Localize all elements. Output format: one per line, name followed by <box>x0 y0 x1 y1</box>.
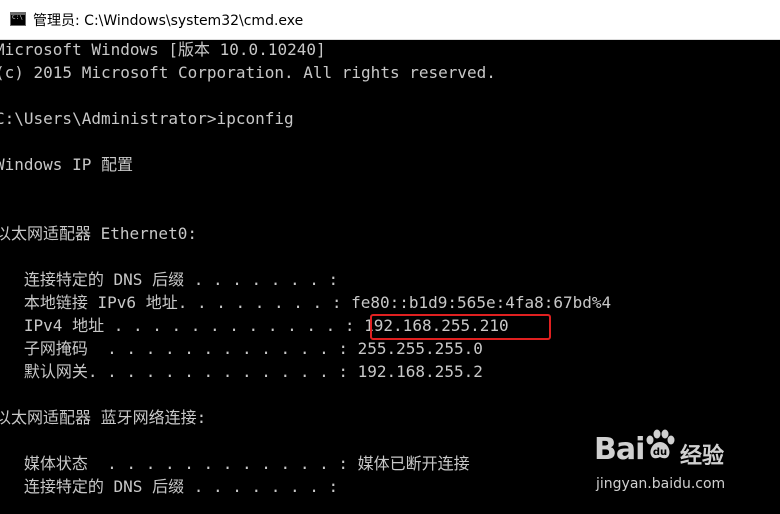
cmd-icon-text: C:\ <box>12 14 23 21</box>
console-line: 连接特定的 DNS 后缀 . . . . . . . : <box>0 477 339 496</box>
svg-text:du: du <box>653 447 667 458</box>
console-line: 子网掩码 . . . . . . . . . . . . : 255.255.2… <box>0 339 483 358</box>
title-bar[interactable]: C:\ 管理员: C:\Windows\system32\cmd.exe <box>0 0 780 40</box>
watermark-jingyan-text: 经验 <box>680 444 725 469</box>
watermark-url: jingyan.baidu.com <box>596 476 726 492</box>
console-line: 以太网适配器 蓝牙网络连接: <box>0 408 207 427</box>
cmd-icon[interactable]: C:\ <box>10 12 26 26</box>
console-line: 默认网关. . . . . . . . . . . . . : 192.168.… <box>0 362 483 381</box>
console-line: Microsoft Windows [版本 10.0.10240] <box>0 40 326 59</box>
cmd-window: C:\ 管理员: C:\Windows\system32\cmd.exe Mic… <box>0 0 780 514</box>
console-line: Windows IP 配置 <box>0 155 133 174</box>
baidu-jingyan-watermark: Bai du 经验 jingyan.baidu.com <box>594 428 754 498</box>
console-line: 连接特定的 DNS 后缀 . . . . . . . : <box>0 270 339 289</box>
console-line: 媒体状态 . . . . . . . . . . . . : 媒体已断开连接 <box>0 454 470 473</box>
paw-icon: du <box>646 429 675 459</box>
ipv4-highlight-box <box>370 314 551 340</box>
console-line: (c) 2015 Microsoft Corporation. All righ… <box>0 63 496 82</box>
console-line: 以太网适配器 Ethernet0: <box>0 224 197 243</box>
console-line: 本地链接 IPv6 地址. . . . . . . . : fe80::b1d9… <box>0 293 612 312</box>
console-line: C:\Users\Administrator>ipconfig <box>0 109 294 128</box>
watermark-logo-text: Bai <box>594 432 645 467</box>
window-title: 管理员: C:\Windows\system32\cmd.exe <box>33 13 304 29</box>
